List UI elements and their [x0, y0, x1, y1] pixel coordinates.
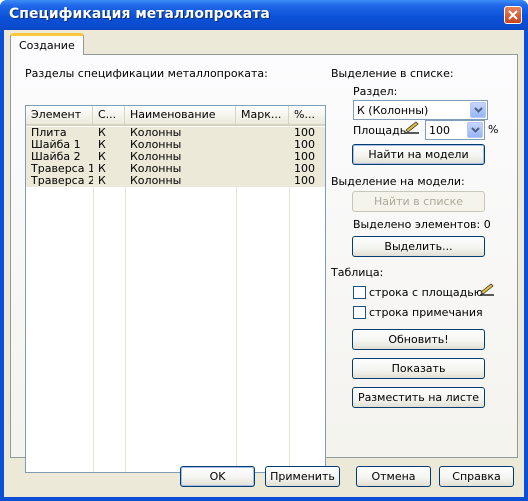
column-header-percent[interactable]: %... — [289, 106, 325, 124]
list-item[interactable]: Траверса 2 К Колонны 100 — [26, 175, 325, 187]
close-icon — [508, 10, 518, 20]
ok-button[interactable]: OK — [180, 466, 255, 487]
column-header-name[interactable]: Наименование — [125, 106, 236, 124]
list-item[interactable]: Шайба 1 К Колонны 100 — [26, 139, 325, 151]
dialog-client-area: Создание Разделы спецификации металлопро… — [4, 30, 524, 497]
tab-create[interactable]: Создание — [10, 33, 84, 55]
cell-name: Колонны — [130, 151, 182, 163]
help-button[interactable]: Справка — [439, 466, 514, 487]
cell-percent: 100 — [294, 151, 315, 163]
title-bar[interactable]: Спецификация металлопроката — [0, 0, 528, 30]
apply-button[interactable]: Применить — [265, 466, 340, 487]
row-notes-label: строка примечания — [369, 306, 483, 319]
cell-percent: 100 — [294, 175, 315, 187]
table-label: Таблица: — [331, 266, 384, 279]
cell-percent: 100 — [294, 163, 315, 175]
find-on-model-button[interactable]: Найти на модели — [352, 144, 485, 165]
cell-percent: 100 — [294, 127, 315, 139]
cell-element: Траверса 1 — [31, 163, 93, 175]
cancel-button[interactable]: Отмена — [356, 466, 431, 487]
chevron-down-icon — [471, 127, 480, 133]
tab-panel-create: Разделы спецификации металлопроката: Эле… — [10, 54, 518, 473]
chevron-down-icon — [474, 107, 483, 113]
column-header-mark[interactable]: Марк... — [236, 106, 289, 124]
area-combobox[interactable]: 100 — [425, 120, 485, 140]
cell-name: Колонны — [130, 127, 182, 139]
selection-in-list-label: Выделение в списке: — [331, 67, 454, 80]
pen-icon — [405, 121, 419, 134]
place-on-sheet-button[interactable]: Разместить на листе — [352, 387, 485, 408]
selected-count-text: Выделено элементов: 0 — [353, 218, 491, 231]
dropdown-button[interactable] — [470, 102, 486, 118]
cell-element: Траверса 2 — [31, 175, 93, 187]
cell-name: Колонны — [130, 139, 182, 151]
dialog-window: Спецификация металлопроката Создание Раз… — [0, 0, 528, 501]
cell-section: К — [98, 139, 106, 151]
pen-icon — [480, 283, 494, 296]
refresh-button[interactable]: Обновить! — [352, 329, 485, 350]
area-unit: % — [488, 123, 499, 136]
list-item[interactable]: Траверса 1 К Колонны 100 — [26, 163, 325, 175]
show-button[interactable]: Показать — [352, 358, 485, 379]
area-label: Площадь — [353, 124, 407, 137]
cell-name: Колонны — [130, 175, 182, 187]
cell-section: К — [98, 151, 106, 163]
column-header-section[interactable]: С... — [93, 106, 125, 124]
cell-element: Шайба 1 — [31, 139, 81, 151]
select-button[interactable]: Выделить... — [352, 236, 485, 257]
cell-name: Колонны — [130, 163, 182, 175]
find-in-list-button[interactable]: Найти в списке — [352, 191, 485, 212]
selection-on-model-label: Выделение на модели: — [331, 175, 465, 188]
column-header-element[interactable]: Элемент — [26, 106, 93, 124]
cell-element: Плита — [31, 127, 67, 139]
section-combobox-value: К (Колонны) — [357, 104, 429, 117]
cell-section: К — [98, 163, 106, 175]
list-item[interactable]: Шайба 2 К Колонны 100 — [26, 151, 325, 163]
dropdown-button[interactable] — [467, 122, 483, 138]
window-title: Спецификация металлопроката — [9, 6, 270, 22]
section-combobox[interactable]: К (Колонны) — [353, 100, 488, 120]
section-label: Раздел: — [353, 85, 398, 98]
row-notes-checkbox[interactable] — [353, 306, 366, 319]
sections-listview[interactable]: Элемент С... Наименование Марк... %... П… — [25, 105, 326, 473]
close-button[interactable] — [504, 6, 522, 24]
listview-header: Элемент С... Наименование Марк... %... — [26, 106, 325, 126]
sections-list-label: Разделы спецификации металлопроката: — [25, 67, 268, 80]
row-with-area-checkbox[interactable] — [353, 286, 366, 299]
row-with-area-label: строка с площадью — [369, 286, 483, 299]
cell-section: К — [98, 175, 106, 187]
area-combobox-value: 100 — [429, 124, 450, 137]
cell-section: К — [98, 127, 106, 139]
cell-element: Шайба 2 — [31, 151, 81, 163]
cell-percent: 100 — [294, 139, 315, 151]
list-item[interactable]: Плита К Колонны 100 — [26, 127, 325, 139]
